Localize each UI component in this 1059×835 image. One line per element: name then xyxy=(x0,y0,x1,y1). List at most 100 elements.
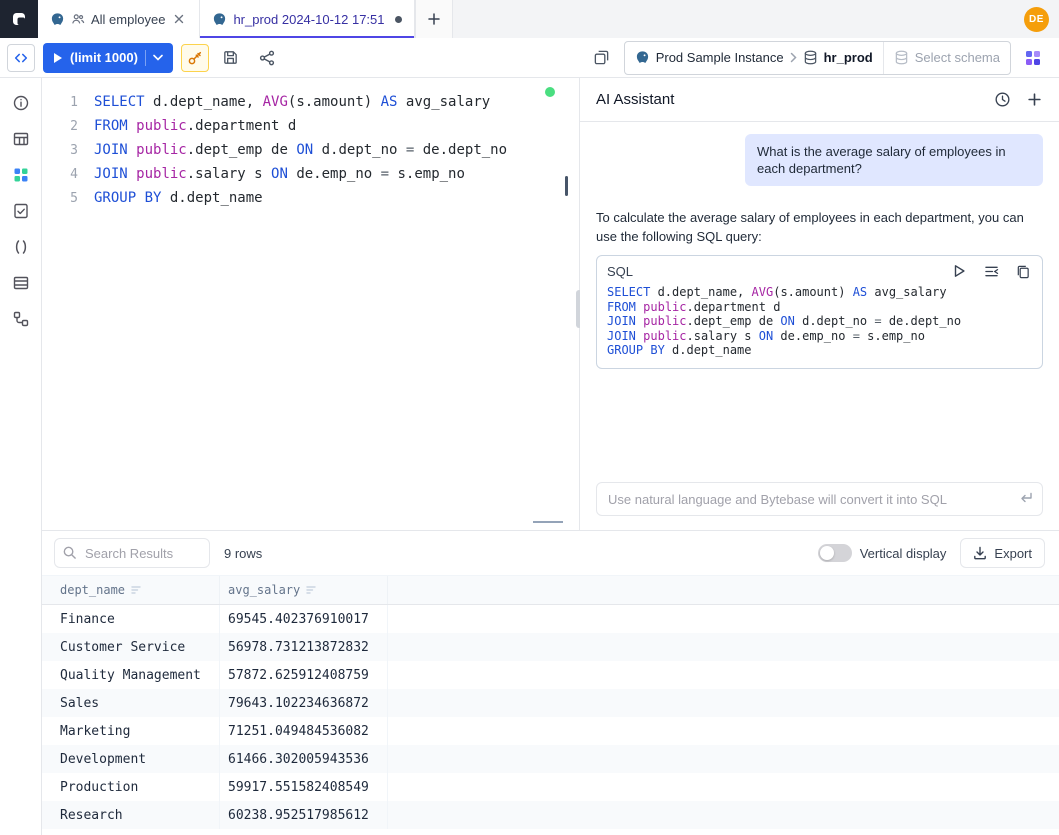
table-cell[interactable]: 57872.625912408759 xyxy=(220,661,388,689)
table-cell[interactable]: 59917.551582408549 xyxy=(220,773,388,801)
enter-icon xyxy=(1018,490,1034,506)
postgres-icon xyxy=(635,50,650,65)
editor-scrollbar-thumb[interactable] xyxy=(565,176,568,196)
code-line[interactable]: 3JOIN public.dept_emp de ON d.dept_no = … xyxy=(42,138,579,162)
results-header-row: dept_name avg_salary xyxy=(42,575,1059,605)
schema-diagram-button[interactable] xyxy=(1019,44,1047,72)
column-header-avg_salary[interactable]: avg_salary xyxy=(220,576,388,604)
table-cell[interactable]: Sales xyxy=(42,689,220,717)
assistant-answer-text: To calculate the average salary of emplo… xyxy=(596,208,1043,246)
results-body: Finance69545.402376910017Customer Servic… xyxy=(42,605,1059,829)
code-line[interactable]: 2FROM public.department d xyxy=(42,114,579,138)
schema-selector[interactable]: Select schema xyxy=(883,42,1010,74)
schema-placeholder: Select schema xyxy=(915,50,1000,65)
history-sheet-sidebar-button[interactable] xyxy=(4,266,38,300)
sort-icon[interactable] xyxy=(306,585,317,595)
code-panel-toggle-button[interactable] xyxy=(7,44,35,72)
functions-sidebar-button[interactable] xyxy=(4,230,38,264)
table-cell[interactable]: 71251.049484536082 xyxy=(220,717,388,745)
sort-icon[interactable] xyxy=(131,585,142,595)
copy-sql-button[interactable] xyxy=(1014,262,1032,280)
export-label: Export xyxy=(994,546,1032,561)
table-cell[interactable]: 60238.952517985612 xyxy=(220,801,388,829)
instance-database-selector[interactable]: Prod Sample Instance hr_prod xyxy=(625,42,883,74)
instance-name: Prod Sample Instance xyxy=(656,50,784,65)
tab-label: hr_prod 2024-10-12 17:51 xyxy=(233,12,384,27)
table-cell[interactable]: 79643.102234636872 xyxy=(220,689,388,717)
admin-key-button[interactable] xyxy=(181,44,209,72)
vertical-display-toggle[interactable] xyxy=(818,544,852,562)
info-icon xyxy=(12,94,30,112)
line-number: 5 xyxy=(42,191,78,206)
tab-all-employee[interactable]: All employee xyxy=(38,0,200,38)
close-icon[interactable] xyxy=(171,11,187,27)
table-row: Sales79643.102234636872 xyxy=(42,689,1059,717)
info-sidebar-button[interactable] xyxy=(4,86,38,120)
table-row: Development61466.302005943536 xyxy=(42,745,1059,773)
key-icon xyxy=(187,50,203,66)
save-button[interactable] xyxy=(217,44,245,72)
table-row: Research60238.952517985612 xyxy=(42,801,1059,829)
table-cell[interactable]: 61466.302005943536 xyxy=(220,745,388,773)
table-row: Production59917.551582408549 xyxy=(42,773,1059,801)
insert-lines-icon xyxy=(984,265,999,278)
run-query-button[interactable]: (limit 1000) xyxy=(43,43,173,73)
code-line[interactable]: 4JOIN public.salary s ON de.emp_no = s.e… xyxy=(42,162,579,186)
table-cell[interactable]: Production xyxy=(42,773,220,801)
history-button[interactable] xyxy=(993,91,1011,109)
new-tab-button[interactable] xyxy=(415,0,453,38)
ai-assistant-title: AI Assistant xyxy=(596,91,979,108)
run-sql-button[interactable] xyxy=(950,262,968,280)
sql-code-card: SQL SELECT d.dept_name, AVG(s.amount) AS… xyxy=(596,255,1043,369)
sql-editor[interactable]: 1SELECT d.dept_name, AVG(s.amount) AS av… xyxy=(42,78,579,530)
ai-code-line: GROUP BY d.dept_name xyxy=(607,343,1032,358)
save-icon xyxy=(222,49,239,66)
table-cell[interactable]: 56978.731213872832 xyxy=(220,633,388,661)
table-cell[interactable]: Development xyxy=(42,745,220,773)
ai-natural-language-input[interactable] xyxy=(596,482,1043,516)
results-table: dept_name avg_salary Finance69545.4023769… xyxy=(42,575,1059,829)
schema-icon xyxy=(894,50,909,65)
insert-sql-button[interactable] xyxy=(982,262,1000,280)
column-header-dept_name[interactable]: dept_name xyxy=(42,576,220,604)
tables-sidebar-button[interactable] xyxy=(4,122,38,156)
download-icon xyxy=(973,546,987,560)
table-cell[interactable]: Customer Service xyxy=(42,633,220,661)
panel-layout-button[interactable] xyxy=(588,44,616,72)
table-cell[interactable]: 69545.402376910017 xyxy=(220,605,388,633)
line-number: 3 xyxy=(42,143,78,158)
table-cell[interactable]: Finance xyxy=(42,605,220,633)
editor-code-lines: 1SELECT d.dept_name, AVG(s.amount) AS av… xyxy=(42,78,579,210)
workflow-sidebar-button[interactable] xyxy=(4,302,38,336)
databases-sidebar-button[interactable] xyxy=(4,158,38,192)
table-row: Quality Management57872.625912408759 xyxy=(42,661,1059,689)
sheets-sidebar-button[interactable] xyxy=(4,194,38,228)
table-cell[interactable]: Quality Management xyxy=(42,661,220,689)
line-number: 1 xyxy=(42,95,78,110)
search-results-input[interactable] xyxy=(54,538,210,568)
connection-status-dot xyxy=(545,87,555,97)
parentheses-icon xyxy=(12,238,30,256)
share-button[interactable] xyxy=(253,44,281,72)
share-icon xyxy=(259,50,275,66)
bytebase-logo-icon[interactable] xyxy=(0,0,38,38)
export-button[interactable]: Export xyxy=(960,538,1045,568)
line-number: 2 xyxy=(42,119,78,134)
clock-icon xyxy=(994,91,1011,108)
ai-sql-code[interactable]: SELECT d.dept_name, AVG(s.amount) AS avg… xyxy=(597,282,1042,368)
table-row: Marketing71251.049484536082 xyxy=(42,717,1059,745)
ai-code-line: FROM public.department d xyxy=(607,300,1032,315)
ai-code-line: JOIN public.salary s ON de.emp_no = s.em… xyxy=(607,329,1032,344)
database-name: hr_prod xyxy=(824,50,873,65)
code-line[interactable]: 5GROUP BY d.dept_name xyxy=(42,186,579,210)
tab-hr-prod[interactable]: hr_prod 2024-10-12 17:51 xyxy=(200,0,414,38)
panel-layout-icon xyxy=(593,49,610,66)
code-line[interactable]: 1SELECT d.dept_name, AVG(s.amount) AS av… xyxy=(42,90,579,114)
user-avatar[interactable]: DE xyxy=(1024,7,1049,32)
column-header-label: dept_name xyxy=(60,583,125,597)
table-cell[interactable]: Marketing xyxy=(42,717,220,745)
workflow-icon xyxy=(12,310,30,328)
table-cell[interactable]: Research xyxy=(42,801,220,829)
user-message-bubble: What is the average salary of employees … xyxy=(745,134,1043,186)
new-chat-button[interactable] xyxy=(1025,91,1043,109)
